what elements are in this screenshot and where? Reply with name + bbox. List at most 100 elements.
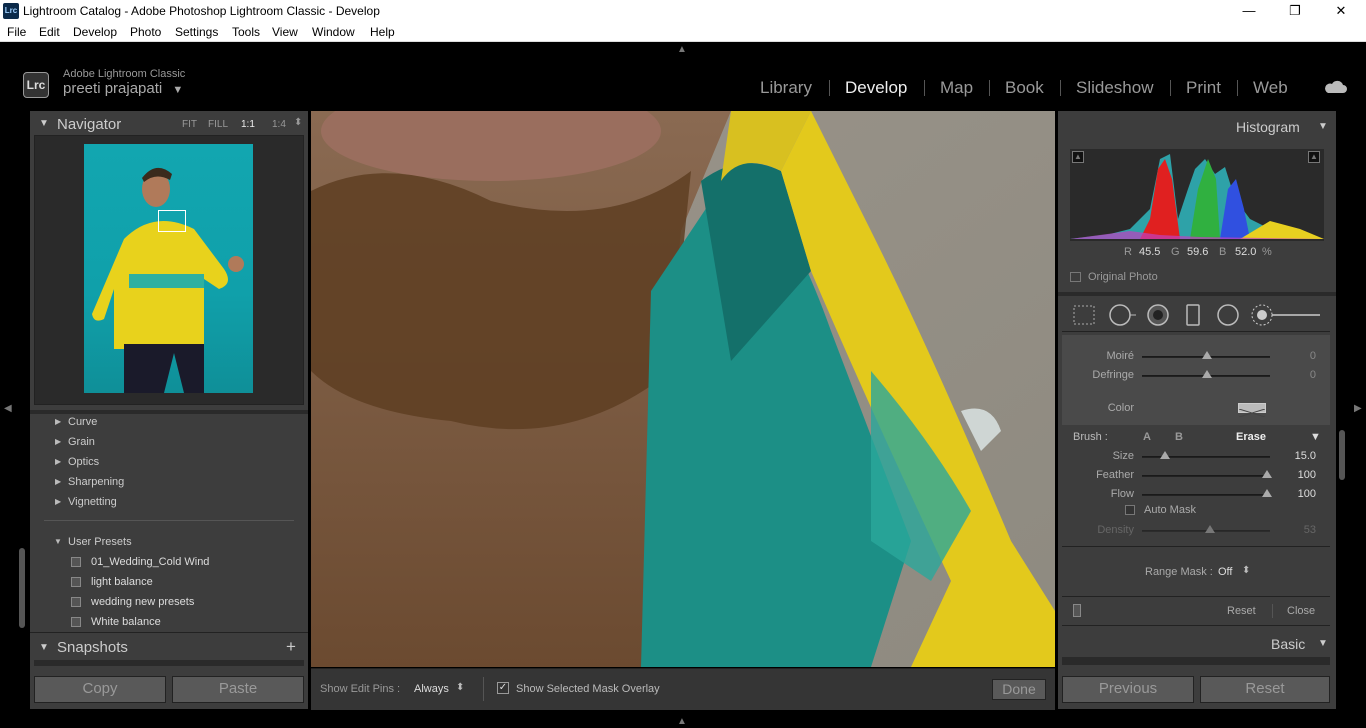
feather-slider-thumb[interactable] bbox=[1262, 470, 1272, 478]
restore-button[interactable]: ❐ bbox=[1272, 0, 1318, 22]
copy-button[interactable]: Copy bbox=[34, 676, 166, 703]
range-mask-value[interactable]: Off bbox=[1218, 566, 1232, 578]
module-web[interactable]: Web bbox=[1253, 78, 1288, 98]
collapse-triangle-icon[interactable]: ▼ bbox=[39, 118, 49, 129]
feather-slider[interactable] bbox=[1142, 475, 1270, 477]
top-panel-toggle-icon[interactable]: ▲ bbox=[677, 44, 687, 55]
chevron-down-icon[interactable]: ▼ bbox=[172, 84, 183, 96]
menu-tools[interactable]: Tools bbox=[232, 25, 260, 39]
menu-file[interactable]: File bbox=[7, 25, 26, 39]
module-develop[interactable]: Develop bbox=[845, 78, 907, 98]
moire-value[interactable]: 0 bbox=[1280, 350, 1316, 362]
spot-removal-icon[interactable] bbox=[1108, 303, 1138, 327]
expand-triangle-icon[interactable]: ▶ bbox=[55, 477, 61, 486]
user-name[interactable]: preeti prajapati ▼ bbox=[63, 80, 183, 97]
close-button[interactable]: ✕ bbox=[1318, 0, 1364, 22]
menu-view[interactable]: View bbox=[272, 25, 298, 39]
preset-item[interactable]: 01_Wedding_Cold Wind bbox=[91, 556, 209, 568]
cloud-icon[interactable] bbox=[1323, 80, 1347, 94]
module-map[interactable]: Map bbox=[940, 78, 973, 98]
histogram-graph[interactable]: ▲ ▲ bbox=[1070, 149, 1324, 241]
preset-group-vignetting[interactable]: Vignetting bbox=[68, 496, 117, 508]
menu-help[interactable]: Help bbox=[370, 25, 395, 39]
flow-slider-thumb[interactable] bbox=[1262, 489, 1272, 497]
photo-canvas[interactable] bbox=[311, 111, 1055, 667]
paste-button[interactable]: Paste bbox=[172, 676, 304, 703]
density-slider-thumb[interactable] bbox=[1205, 525, 1215, 533]
color-swatch[interactable] bbox=[1238, 403, 1266, 418]
red-eye-icon[interactable] bbox=[1146, 303, 1170, 327]
reset-button[interactable]: Reset bbox=[1200, 676, 1330, 703]
module-book[interactable]: Book bbox=[1005, 78, 1044, 98]
zoom-1-4[interactable]: 1:4 bbox=[272, 119, 286, 130]
size-value[interactable]: 15.0 bbox=[1280, 450, 1316, 462]
menu-edit[interactable]: Edit bbox=[39, 25, 60, 39]
crop-overlay-icon[interactable] bbox=[1072, 304, 1096, 326]
original-photo-checkbox[interactable] bbox=[1070, 272, 1081, 282]
preset-group-grain[interactable]: Grain bbox=[68, 436, 95, 448]
add-snapshot-button[interactable]: + bbox=[286, 637, 296, 657]
mask-reset-button[interactable]: Reset bbox=[1227, 605, 1256, 617]
brush-options-triangle-icon[interactable]: ▼ bbox=[1310, 431, 1321, 443]
highlight-clipping-icon[interactable]: ▲ bbox=[1308, 151, 1320, 163]
navigator-viewport-frame[interactable] bbox=[158, 210, 186, 232]
density-value[interactable]: 53 bbox=[1280, 524, 1316, 536]
left-panel-toggle-icon[interactable]: ◀ bbox=[4, 403, 12, 414]
expand-triangle-icon[interactable]: ▶ bbox=[55, 417, 61, 426]
zoom-dropdown-icon[interactable]: ⬍ bbox=[294, 117, 302, 128]
flow-value[interactable]: 100 bbox=[1280, 488, 1316, 500]
right-scrollbar[interactable] bbox=[1339, 430, 1345, 480]
preset-item[interactable]: White balance bbox=[91, 616, 161, 628]
collapse-triangle-icon[interactable]: ▼ bbox=[1318, 638, 1328, 649]
edit-pins-select[interactable]: Always bbox=[414, 683, 449, 695]
menu-window[interactable]: Window bbox=[312, 25, 355, 39]
chevron-updown-icon[interactable]: ⬍ bbox=[456, 682, 464, 693]
preset-group-optics[interactable]: Optics bbox=[68, 456, 99, 468]
collapse-triangle-icon[interactable]: ▼ bbox=[54, 537, 62, 546]
module-print[interactable]: Print bbox=[1186, 78, 1221, 98]
expand-triangle-icon[interactable]: ▶ bbox=[55, 497, 61, 506]
zoom-fill[interactable]: FILL bbox=[208, 119, 228, 130]
graduated-filter-icon[interactable] bbox=[1184, 303, 1202, 327]
minimize-button[interactable]: — bbox=[1226, 0, 1272, 22]
preset-item[interactable]: wedding new presets bbox=[91, 596, 194, 608]
zoom-fit[interactable]: FIT bbox=[182, 119, 197, 130]
preset-group-user[interactable]: User Presets bbox=[68, 536, 132, 548]
defringe-slider-thumb[interactable] bbox=[1202, 370, 1212, 378]
size-slider-thumb[interactable] bbox=[1160, 451, 1170, 459]
flow-slider[interactable] bbox=[1142, 494, 1270, 496]
basic-panel-title[interactable]: Basic bbox=[1271, 636, 1305, 652]
brush-erase-tab[interactable]: Erase bbox=[1236, 431, 1266, 443]
mask-close-button[interactable]: Close bbox=[1287, 605, 1315, 617]
menu-develop[interactable]: Develop bbox=[73, 25, 117, 39]
defringe-value[interactable]: 0 bbox=[1280, 369, 1316, 381]
mask-toggle-switch-icon[interactable] bbox=[1073, 604, 1081, 617]
adjustment-brush-icon[interactable] bbox=[1250, 303, 1324, 327]
expand-triangle-icon[interactable]: ▶ bbox=[55, 437, 61, 446]
brush-a-tab[interactable]: A bbox=[1143, 431, 1151, 443]
moire-slider-thumb[interactable] bbox=[1202, 351, 1212, 359]
navigator-thumbnail[interactable] bbox=[84, 144, 253, 393]
mask-overlay-checkbox[interactable]: ✓ bbox=[497, 682, 509, 694]
collapse-triangle-icon[interactable]: ▼ bbox=[1318, 121, 1328, 132]
radial-filter-icon[interactable] bbox=[1216, 303, 1240, 327]
auto-mask-checkbox[interactable] bbox=[1125, 505, 1135, 515]
collapse-triangle-icon[interactable]: ▼ bbox=[39, 642, 49, 653]
chevron-updown-icon[interactable]: ⬍ bbox=[1242, 565, 1250, 576]
done-button[interactable]: Done bbox=[992, 679, 1046, 700]
brush-b-tab[interactable]: B bbox=[1175, 431, 1183, 443]
right-panel-toggle-icon[interactable]: ▶ bbox=[1354, 403, 1362, 414]
zoom-1-1[interactable]: 1:1 bbox=[241, 119, 255, 130]
menu-settings[interactable]: Settings bbox=[175, 25, 218, 39]
preset-group-curve[interactable]: Curve bbox=[68, 416, 97, 428]
shadow-clipping-icon[interactable]: ▲ bbox=[1072, 151, 1084, 163]
module-slideshow[interactable]: Slideshow bbox=[1076, 78, 1154, 98]
expand-triangle-icon[interactable]: ▶ bbox=[55, 457, 61, 466]
feather-value[interactable]: 100 bbox=[1280, 469, 1316, 481]
left-scrollbar[interactable] bbox=[19, 548, 25, 628]
menu-photo[interactable]: Photo bbox=[130, 25, 161, 39]
previous-button[interactable]: Previous bbox=[1062, 676, 1194, 703]
filmstrip-toggle-icon[interactable]: ▲ bbox=[677, 716, 687, 727]
module-library[interactable]: Library bbox=[760, 78, 812, 98]
preset-group-sharpening[interactable]: Sharpening bbox=[68, 476, 124, 488]
